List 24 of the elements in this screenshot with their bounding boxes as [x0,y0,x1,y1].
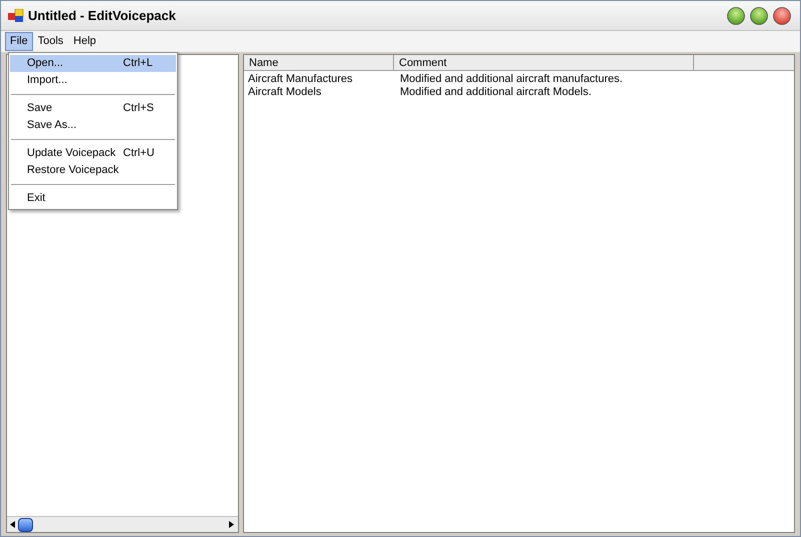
minimize-button[interactable] [727,6,745,24]
menu-entry[interactable]: Update Voicepack Ctrl+U [10,145,176,162]
menu-item[interactable]: Help [68,32,102,51]
menu-item[interactable]: File [5,32,33,51]
scroll-thumb[interactable] [18,518,33,532]
maximize-button[interactable] [750,6,768,24]
menu-entry[interactable]: Save Ctrl+S [10,100,176,117]
column-header[interactable]: Name [244,55,394,70]
column-header[interactable]: Comment [394,55,694,70]
close-button[interactable] [773,6,791,24]
menu-entry[interactable]: Exit [10,190,176,207]
table-cell[interactable]: Aircraft Manufactures [244,73,394,86]
app-icon [8,8,24,22]
menu-entry[interactable]: Open... Ctrl+L [10,55,176,72]
menu-entry[interactable]: Save As... [10,117,176,134]
menu-entry[interactable]: Import... [10,72,176,89]
menu-entry[interactable]: Restore Voicepack [10,162,176,179]
table-cell-text: Modified and additional aircraft Models. [399,86,592,99]
scroll-right-arrow-icon[interactable] [229,521,234,528]
table-cell-text: Modified and additional aircraft manufactures. [399,73,624,86]
scroll-left-arrow-icon[interactable] [10,521,15,528]
menu-item[interactable]: Tools [32,32,68,51]
table-cell[interactable]: Aircraft Models [244,86,394,99]
window-title: Untitled - EditVoicepack [28,6,176,25]
